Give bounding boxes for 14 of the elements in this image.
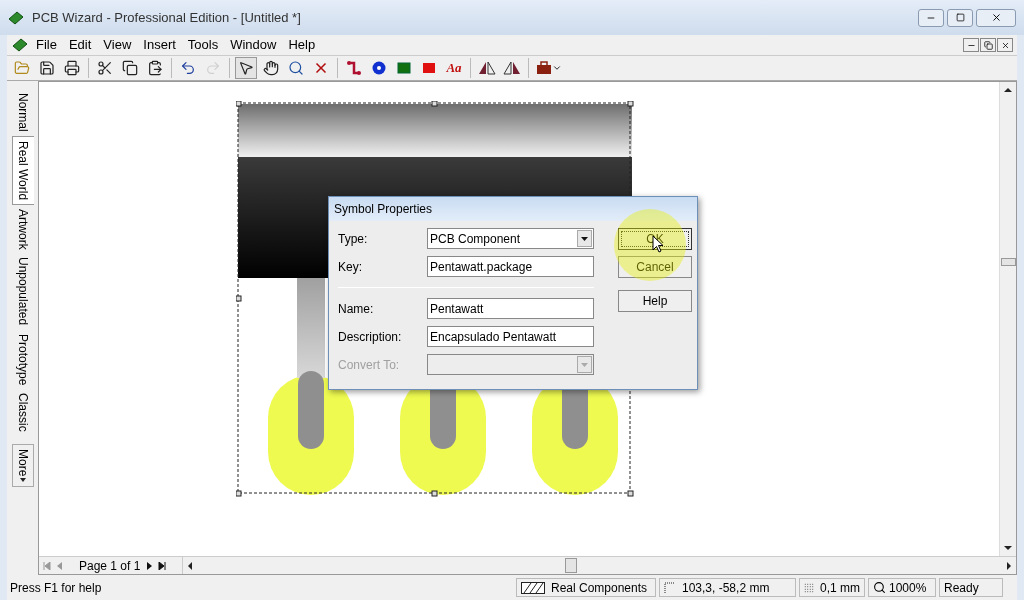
status-state: Ready [939,578,1003,597]
field-label: Key: [338,258,363,276]
status-panel: Real Components [516,578,656,597]
status-panel: 103,3, -58,2 mm [659,578,796,597]
field-label: Convert To: [338,356,401,374]
field-label: Type: [338,230,369,248]
field-label: Name: [338,300,375,318]
status-text: Press F1 for help [10,579,103,597]
page-indicator: Page 1 of 1 [79,557,141,575]
status-panel: 0,1 mm [799,578,865,597]
dialog-title: Symbol Properties [334,201,433,218]
window-title: PCB Wizard - Professional Edition - [Untitled *] [32,8,301,27]
status-panel: 1000% [868,578,936,597]
field-label: Description: [338,328,403,346]
